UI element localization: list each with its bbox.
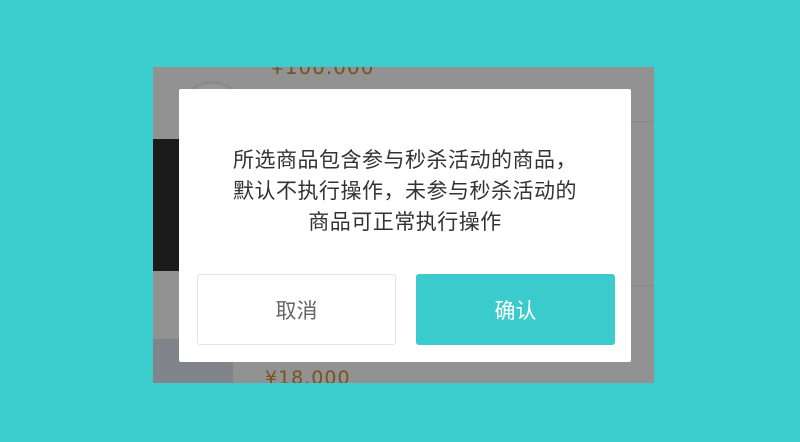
dialog-message-line: 商品可正常执行操作 (308, 210, 502, 234)
cancel-button[interactable]: 取消 (197, 274, 396, 345)
dialog-message: 所选商品包含参与秒杀活动的商品， 默认不执行操作，未参与秒杀活动的 商品可正常执… (189, 145, 621, 238)
confirm-dialog: 所选商品包含参与秒杀活动的商品， 默认不执行操作，未参与秒杀活动的 商品可正常执… (179, 89, 631, 362)
dialog-message-line: 所选商品包含参与秒杀活动的商品， (233, 148, 577, 172)
dialog-message-line: 默认不执行操作，未参与秒杀活动的 (233, 179, 577, 203)
confirm-button[interactable]: 确认 (416, 274, 615, 345)
